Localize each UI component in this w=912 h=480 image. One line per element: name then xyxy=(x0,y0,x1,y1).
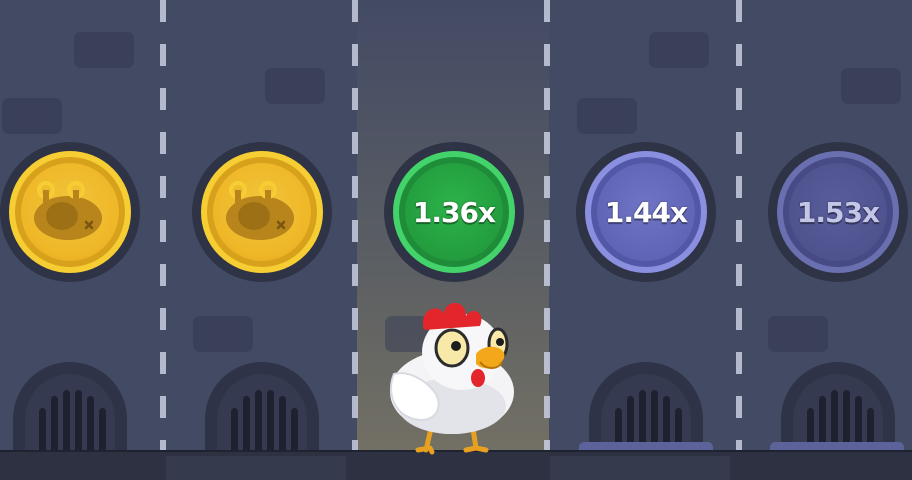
lane-2-coin-slot xyxy=(192,142,332,282)
wall-brick xyxy=(265,68,325,104)
lane-divider xyxy=(544,0,550,460)
wall-brick xyxy=(841,68,901,104)
lane-4-coin[interactable]: 1.44x xyxy=(585,151,707,273)
floor-segment xyxy=(166,456,346,480)
lane-4-coin-slot: 1.44x xyxy=(576,142,716,282)
wall-brick xyxy=(2,98,62,134)
sewer-grate xyxy=(589,362,703,454)
lane-3-coin-slot: 1.36x xyxy=(384,142,524,282)
lane-divider xyxy=(160,0,166,460)
wall-brick xyxy=(768,316,828,352)
lane-3-multiplier: 1.36x xyxy=(412,195,496,229)
floor-segment xyxy=(550,456,730,480)
lane-1-coin xyxy=(9,151,131,273)
lane-1-coin-slot xyxy=(0,142,140,282)
wall-brick xyxy=(74,32,134,68)
chicken-icon xyxy=(390,303,514,455)
lane-5-coin-slot: 1.53x xyxy=(768,142,908,282)
lane-4-multiplier: 1.44x xyxy=(604,195,688,229)
lane-2-coin xyxy=(201,151,323,273)
lane-3-coin[interactable]: 1.36x xyxy=(393,151,515,273)
sewer-grate xyxy=(205,362,319,454)
game-board: 1.36x 1.44x 1.53x xyxy=(0,0,912,480)
sewer-grate xyxy=(13,362,127,454)
floor xyxy=(0,452,912,480)
sewer-grate xyxy=(781,362,895,454)
lane-5-multiplier: 1.53x xyxy=(796,195,880,229)
roast-chicken-icon xyxy=(34,181,102,240)
lane-5-coin: 1.53x xyxy=(777,151,899,273)
lane-divider xyxy=(352,0,358,460)
wall-brick xyxy=(193,316,253,352)
wall-brick xyxy=(577,98,637,134)
wall-brick xyxy=(649,32,709,68)
roast-chicken-icon xyxy=(226,181,294,240)
lane-divider xyxy=(736,0,742,460)
